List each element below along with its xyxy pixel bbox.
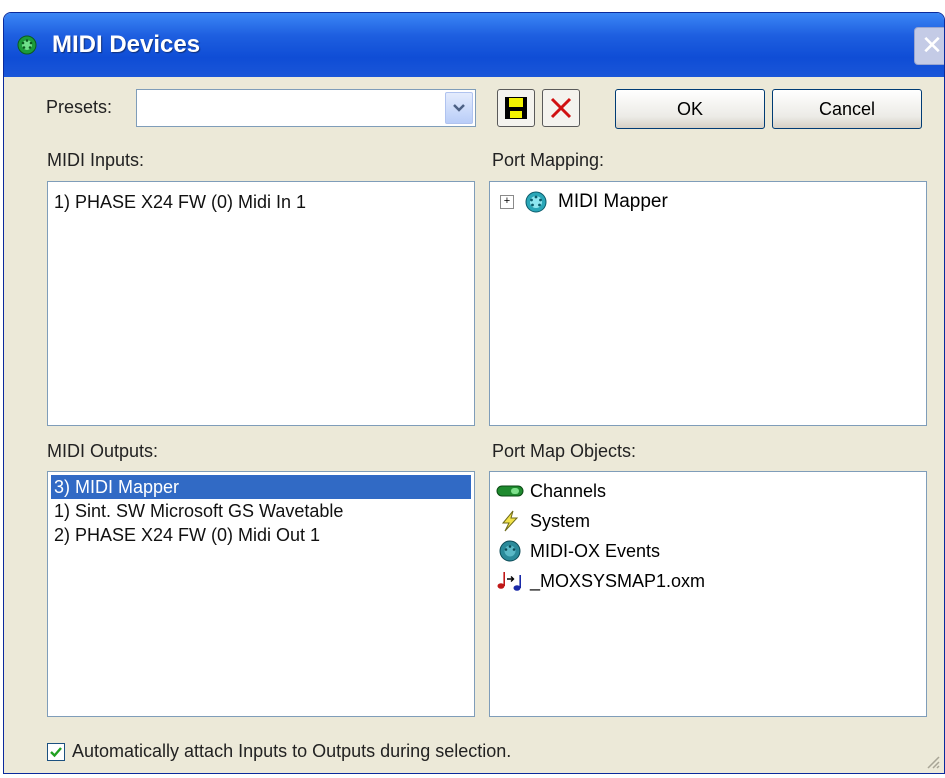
expand-icon[interactable]: + [500,195,514,209]
red-x-icon [550,97,572,119]
auto-attach-checkbox[interactable] [47,743,65,761]
midi-devices-dialog: MIDI Devices ✕ Presets: OK Cancel MIDI I… [3,12,945,774]
music-notes-icon [497,572,522,591]
checkmark-icon [50,747,62,758]
list-item-midi-ox-events[interactable]: MIDI-OX Events [490,536,926,566]
chevron-down-icon [453,104,465,112]
list-item-oxm-file[interactable]: _MOXSYSMAP1.oxm [490,566,926,596]
tree-node-label: MIDI Mapper [558,191,668,212]
auto-attach-label[interactable]: Automatically attach Inputs to Outputs d… [72,741,511,762]
port-mapping-label: Port Mapping: [492,150,605,170]
channels-icon [496,485,524,497]
ok-button[interactable]: OK [615,89,765,129]
midi-outputs-label: MIDI Outputs: [47,441,159,461]
presets-label: Presets: [46,97,113,117]
list-item[interactable]: 1) Sint. SW Microsoft GS Wavetable [48,499,474,523]
midi-outputs-list[interactable]: 3) MIDI Mapper 1) Sint. SW Microsoft GS … [47,471,475,717]
window-title: MIDI Devices [52,31,201,58]
cancel-button[interactable]: Cancel [772,89,922,129]
list-item-channels[interactable]: Channels [490,476,926,506]
port-map-objects-label: Port Map Objects: [492,441,637,461]
save-preset-button[interactable] [497,89,535,127]
item-label: MIDI-OX Events [530,540,661,561]
midi-inputs-label: MIDI Inputs: [47,150,145,170]
list-item[interactable]: 1) PHASE X24 FW (0) Midi In 1 [48,190,474,214]
lightning-icon [501,510,519,532]
midi-port-icon [499,540,521,562]
item-label: _MOXSYSMAP1.oxm [530,570,706,591]
list-item-system[interactable]: System [490,506,926,536]
floppy-disk-icon [505,97,527,119]
title-bar[interactable]: MIDI Devices ✕ [4,13,944,77]
midi-port-icon [17,35,37,55]
port-mapping-tree[interactable]: + MIDI Mapper [489,181,927,426]
presets-dropdown[interactable] [136,89,476,127]
delete-preset-button[interactable] [542,89,580,127]
tree-node-midi-mapper[interactable]: + MIDI Mapper [500,190,668,214]
midi-port-icon [525,191,547,213]
midi-inputs-list[interactable]: 1) PHASE X24 FW (0) Midi In 1 [47,181,475,426]
close-button[interactable]: ✕ [914,27,944,65]
list-item[interactable]: 2) PHASE X24 FW (0) Midi Out 1 [48,523,474,547]
dropdown-button[interactable] [445,92,473,124]
item-label: Channels [530,480,607,501]
list-item-selected[interactable]: 3) MIDI Mapper [51,475,471,499]
item-label: System [530,510,591,531]
close-icon: ✕ [921,30,943,60]
resize-grip-icon[interactable] [924,753,940,769]
port-map-objects-list[interactable]: Channels System MIDI-OX Events _MOXSYSMA… [489,471,927,717]
